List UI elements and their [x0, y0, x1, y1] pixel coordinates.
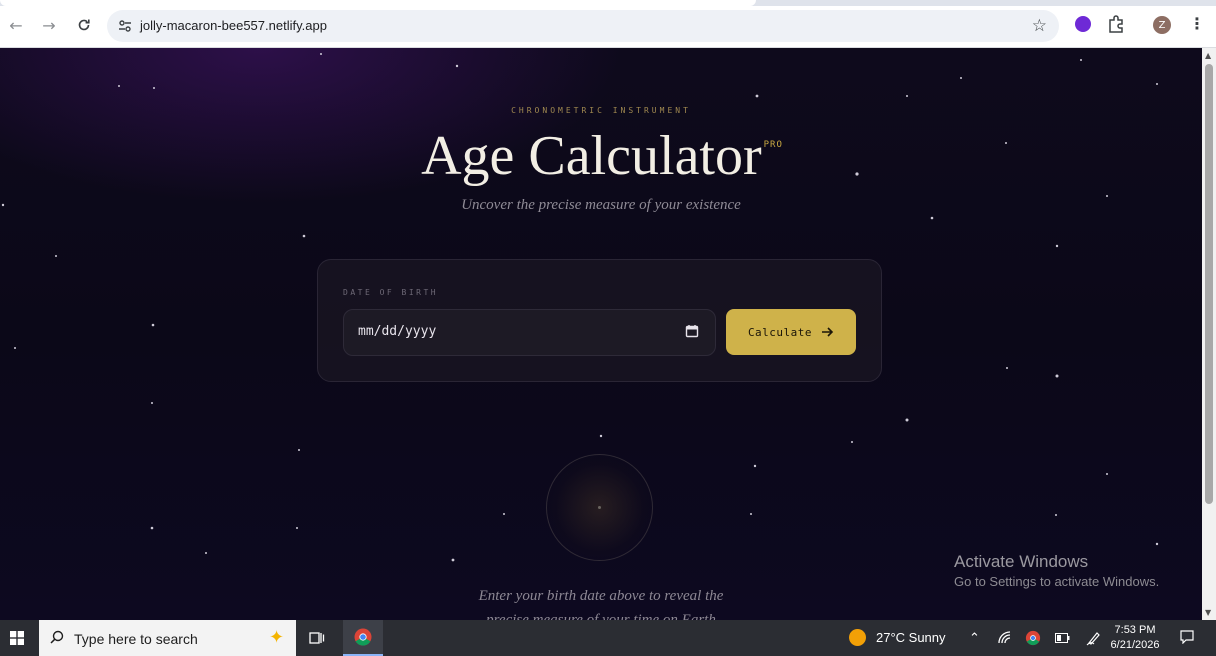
watermark-title: Activate Windows [954, 552, 1089, 571]
chrome-icon [354, 628, 372, 646]
site-info-icon[interactable] [117, 18, 133, 34]
extension-icon[interactable] [1075, 16, 1091, 32]
network-icon[interactable] [998, 631, 1012, 645]
page-subtitle: Uncover the precise measure of your exis… [461, 197, 741, 213]
calculate-button[interactable]: Calculate [726, 309, 856, 355]
page-title: Age Calculator PRO [0, 124, 1202, 188]
clock-date: 6/21/2026 [1110, 639, 1160, 651]
weather-text: 27°C Sunny [876, 630, 946, 645]
pen-icon[interactable] [1086, 630, 1102, 646]
scroll-up-icon[interactable]: ▲ [1205, 51, 1211, 60]
hint-line-2: precise measure of your time on Earth [486, 612, 716, 620]
back-icon[interactable]: ← [5, 14, 27, 36]
watermark-subtitle: Go to Settings to activate Windows. [954, 574, 1160, 589]
chevron-up-icon[interactable]: ⌃ [969, 630, 980, 646]
date-placeholder: mm/dd/yyyy [358, 324, 437, 339]
browser-toolbar: ← → jolly-macaron-bee557.netlify.app ☆ Z… [0, 0, 1216, 48]
chrome-taskbar-button[interactable] [343, 620, 383, 656]
active-tab[interactable] [0, 0, 756, 6]
windows-taskbar: Type here to search ✦ 27°C Sunny ⌃ 7:53 … [0, 620, 1216, 656]
address-bar[interactable]: jolly-macaron-bee557.netlify.app ☆ [107, 10, 1059, 42]
taskbar-search-box[interactable]: Type here to search ✦ [39, 620, 296, 656]
scroll-down-icon[interactable]: ▼ [1205, 608, 1211, 617]
battery-icon[interactable] [1055, 633, 1070, 643]
pro-badge: PRO [763, 140, 783, 150]
sun-icon [849, 629, 866, 646]
url-text[interactable]: jolly-macaron-bee557.netlify.app [140, 18, 327, 33]
page-scrollbar[interactable]: ▲ ▼ [1202, 48, 1216, 620]
scrollbar-thumb[interactable] [1205, 64, 1213, 504]
empty-state-hint: Enter your birth date above to reveal th… [0, 584, 1202, 620]
taskbar-search-placeholder: Type here to search [74, 631, 198, 647]
browser-menu-icon[interactable]: ⋮ [1189, 14, 1205, 33]
result-orb [546, 454, 653, 561]
weather-widget[interactable]: 27°C Sunny [849, 629, 946, 646]
birthdate-form-card: DATE OF BIRTH mm/dd/yyyy Calculate [317, 259, 882, 382]
notification-icon[interactable] [1180, 630, 1194, 644]
overline-text: CHRONOMETRIC INSTRUMENT [511, 106, 691, 115]
calculate-label: Calculate [747, 325, 813, 339]
arrow-right-icon [822, 327, 834, 337]
title-text: Age Calculator [421, 125, 762, 187]
page-viewport: CHRONOMETRIC INSTRUMENT Age Calculator PR… [0, 48, 1202, 620]
calendar-icon[interactable] [685, 324, 699, 338]
bookmark-star-icon[interactable]: ☆ [1032, 16, 1047, 36]
orb-center-dot [598, 506, 601, 509]
chrome-tray-icon[interactable] [1025, 630, 1041, 646]
profile-avatar[interactable]: Z [1153, 16, 1171, 34]
activate-windows-watermark: Activate Windows Go to Settings to activ… [954, 552, 1159, 589]
system-clock[interactable]: 7:53 PM 6/21/2026 [1110, 623, 1160, 653]
extensions-puzzle-icon[interactable] [1106, 14, 1126, 34]
windows-start-icon[interactable] [10, 631, 24, 645]
tab-strip [0, 0, 1216, 6]
clock-time: 7:53 PM [1114, 624, 1156, 636]
task-view-icon[interactable] [309, 630, 325, 646]
reload-icon[interactable] [73, 14, 95, 36]
date-of-birth-input[interactable]: mm/dd/yyyy [343, 309, 716, 356]
forward-icon[interactable]: → [38, 14, 60, 36]
date-of-birth-label: DATE OF BIRTH [343, 288, 439, 297]
search-icon [50, 630, 64, 644]
copilot-sparkle-icon[interactable]: ✦ [269, 627, 284, 648]
